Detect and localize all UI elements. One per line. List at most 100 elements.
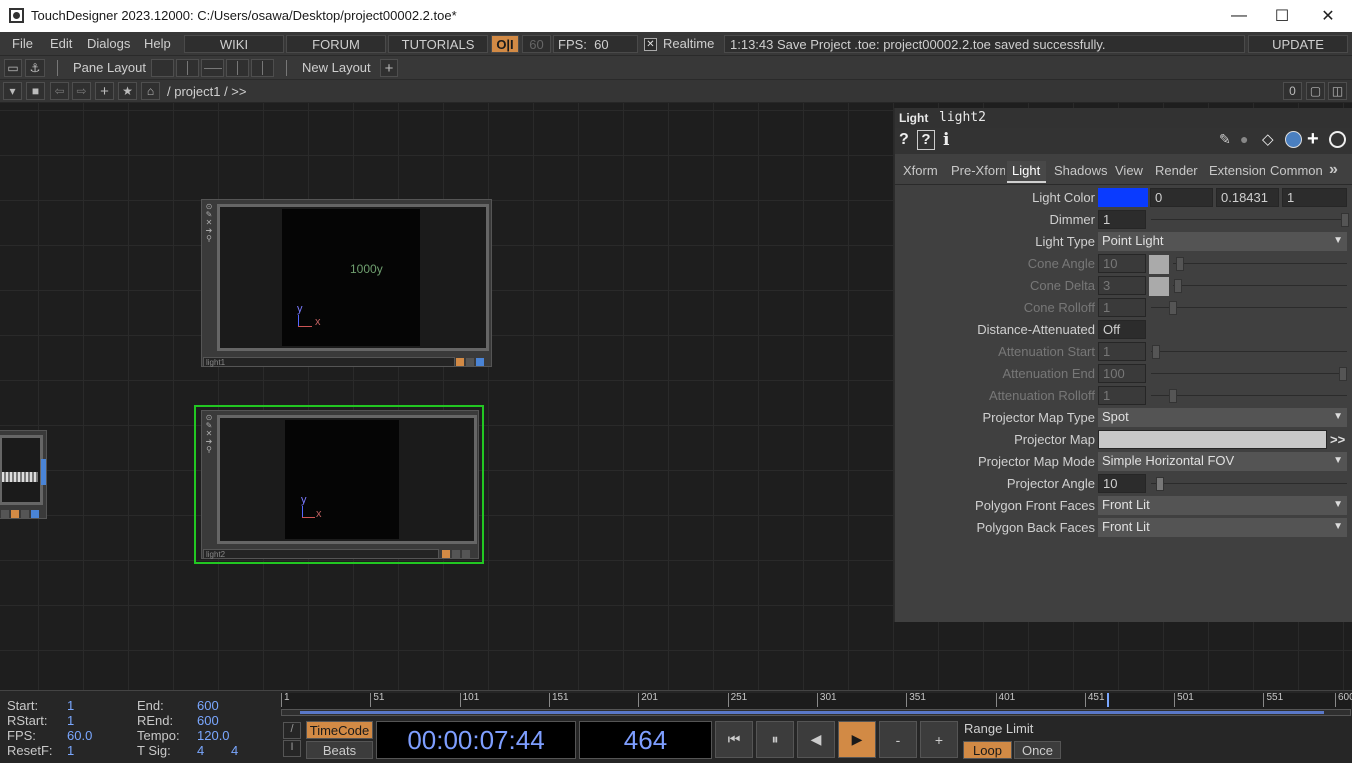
tab-light[interactable]: Light [1007, 161, 1047, 183]
maximize-pane-icon[interactable]: ▢ [1306, 82, 1325, 100]
attenuation-end-field[interactable]: 100 [1098, 364, 1146, 383]
cone-rolloff-field[interactable]: 1 [1098, 298, 1146, 317]
node-name-label[interactable]: light1 [203, 357, 455, 367]
display-flag[interactable] [11, 510, 19, 518]
fps-value[interactable]: 60.0 [67, 728, 92, 743]
render-flag[interactable] [466, 358, 474, 366]
menu-dialogs[interactable]: Dialogs [87, 36, 130, 51]
light-color-g[interactable]: 0.18431 [1216, 188, 1279, 207]
rstart-value[interactable]: 1 [67, 713, 74, 728]
cone-delta-slider[interactable] [1173, 285, 1347, 286]
tab-xform[interactable]: Xform [903, 163, 938, 185]
python-help-icon[interactable]: ? [917, 130, 935, 150]
pane-menu-icon[interactable]: ▾ [3, 82, 22, 100]
lock-icon[interactable]: ⚲ [205, 235, 213, 243]
end-value[interactable]: 600 [197, 698, 219, 713]
render-flag[interactable] [21, 510, 29, 518]
layout-three-pane-button[interactable] [226, 59, 249, 77]
light-color-b[interactable]: 1 [1282, 188, 1347, 207]
layout-single-button[interactable] [151, 59, 174, 77]
play-button[interactable]: ▶ [838, 721, 876, 758]
beats-toggle[interactable]: Beats [306, 741, 373, 759]
light-color-r[interactable]: 0 [1150, 188, 1213, 207]
menu-file[interactable]: File [12, 36, 33, 51]
viewer-flag[interactable] [462, 550, 470, 558]
tutorials-button[interactable]: TUTORIALS [388, 35, 488, 53]
display-flag[interactable] [442, 550, 450, 558]
viewer-flag[interactable] [476, 358, 484, 366]
dimmer-field[interactable]: 1 [1098, 210, 1146, 229]
light-type-menu[interactable]: Point Light ▼ [1098, 232, 1347, 251]
network-path[interactable]: / project1 / >> [167, 84, 247, 99]
projector-angle-slider[interactable] [1151, 483, 1347, 484]
maximize-button[interactable]: ☐ [1259, 0, 1305, 32]
timecode-toggle[interactable]: TimeCode [306, 721, 373, 739]
output-connector[interactable] [41, 459, 46, 485]
comment-icon[interactable]: ● [1240, 131, 1248, 147]
light1-node[interactable]: ⊙ ✎ ✕ ➔ ⚲ 1000y y x light1 [201, 199, 492, 367]
projector-map-browse-icon[interactable]: >> [1330, 432, 1345, 447]
light-color-swatch[interactable] [1098, 188, 1148, 207]
projector-angle-field[interactable]: 10 [1098, 474, 1146, 493]
projector-angle-slider-handle[interactable] [1156, 477, 1164, 491]
attenuation-start-field[interactable]: 1 [1098, 342, 1146, 361]
cone-delta-ladder-icon[interactable] [1149, 277, 1169, 296]
pause-button[interactable]: ⏸ [756, 721, 794, 758]
attenuation-end-slider-handle[interactable] [1339, 367, 1347, 381]
tag-icon[interactable]: ◇ [1262, 130, 1274, 148]
stop-icon[interactable]: ■ [26, 82, 45, 100]
tab-shadows[interactable]: Shadows [1054, 163, 1107, 185]
projector-map-type-menu[interactable]: Spot ▼ [1098, 408, 1347, 427]
tab-extensions[interactable]: Extensions [1209, 163, 1265, 185]
update-button[interactable]: UPDATE [1248, 35, 1348, 53]
polygon-back-faces-menu[interactable]: Front Lit ▼ [1098, 518, 1347, 537]
minimize-button[interactable]: — [1216, 0, 1262, 32]
rewind-button[interactable]: ⏮ [715, 721, 753, 758]
offscreen-node[interactable] [0, 430, 47, 519]
timecode-display[interactable]: 00:00:07:44 [376, 721, 576, 759]
edit-pencil-icon[interactable]: ✎ [1219, 131, 1231, 148]
range-bar[interactable] [281, 709, 1351, 716]
tab-common[interactable]: Common [1270, 163, 1324, 185]
attenuation-rolloff-slider-handle[interactable] [1169, 389, 1177, 403]
info-icon[interactable]: i [943, 130, 949, 150]
cone-rolloff-slider[interactable] [1151, 307, 1347, 308]
cone-delta-slider-handle[interactable] [1174, 279, 1182, 293]
fps-cap-field[interactable]: 60 [522, 35, 551, 53]
bar-button[interactable]: I [283, 740, 301, 757]
node-name-label[interactable]: light2 [203, 549, 439, 559]
attenuation-start-slider-handle[interactable] [1152, 345, 1160, 359]
wiki-button[interactable]: WIKI [184, 35, 284, 53]
attenuation-end-slider[interactable] [1151, 373, 1347, 374]
cone-angle-slider[interactable] [1173, 263, 1347, 264]
new-layout-add-button[interactable]: + [380, 59, 398, 77]
lock-icon[interactable]: ⚲ [205, 446, 213, 454]
frame-display[interactable]: 464 [579, 721, 712, 759]
display-flag[interactable] [456, 358, 464, 366]
forum-button[interactable]: FORUM [286, 35, 386, 53]
tsig-value-a[interactable]: 4 [197, 743, 204, 758]
tab-view[interactable]: View [1115, 163, 1143, 185]
layout-split-vertical-button[interactable] [176, 59, 199, 77]
cone-angle-slider-handle[interactable] [1176, 257, 1184, 271]
python-icon[interactable] [1285, 131, 1302, 148]
tsig-value-b[interactable]: 4 [231, 743, 238, 758]
slash-button[interactable]: / [283, 722, 301, 739]
split-pane-icon[interactable]: ◫ [1328, 82, 1347, 100]
menu-help[interactable]: Help [144, 36, 171, 51]
cone-angle-ladder-icon[interactable] [1149, 255, 1169, 274]
dimmer-slider-handle[interactable] [1341, 213, 1349, 227]
menu-edit[interactable]: Edit [50, 36, 72, 51]
perform-mode-button[interactable]: O|I [491, 35, 519, 53]
help-icon[interactable]: ? [899, 131, 909, 149]
op-name[interactable]: light2 [939, 110, 986, 125]
tab-render[interactable]: Render [1155, 163, 1198, 185]
tab-pre-xform[interactable]: Pre-Xform [951, 163, 1005, 185]
viewer-flag[interactable] [31, 510, 39, 518]
attenuation-rolloff-slider[interactable] [1151, 395, 1347, 396]
loop-button[interactable]: Loop [963, 741, 1012, 759]
timeline-ruler[interactable]: 1 51 101 151 201 251 301 351 401 451 501 551 600 [281, 693, 1352, 709]
pane-image-icon[interactable]: ▭ [4, 59, 22, 77]
tabs-more-icon[interactable]: » [1329, 161, 1338, 183]
projector-map-mode-menu[interactable]: Simple Horizontal FOV ▼ [1098, 452, 1347, 471]
